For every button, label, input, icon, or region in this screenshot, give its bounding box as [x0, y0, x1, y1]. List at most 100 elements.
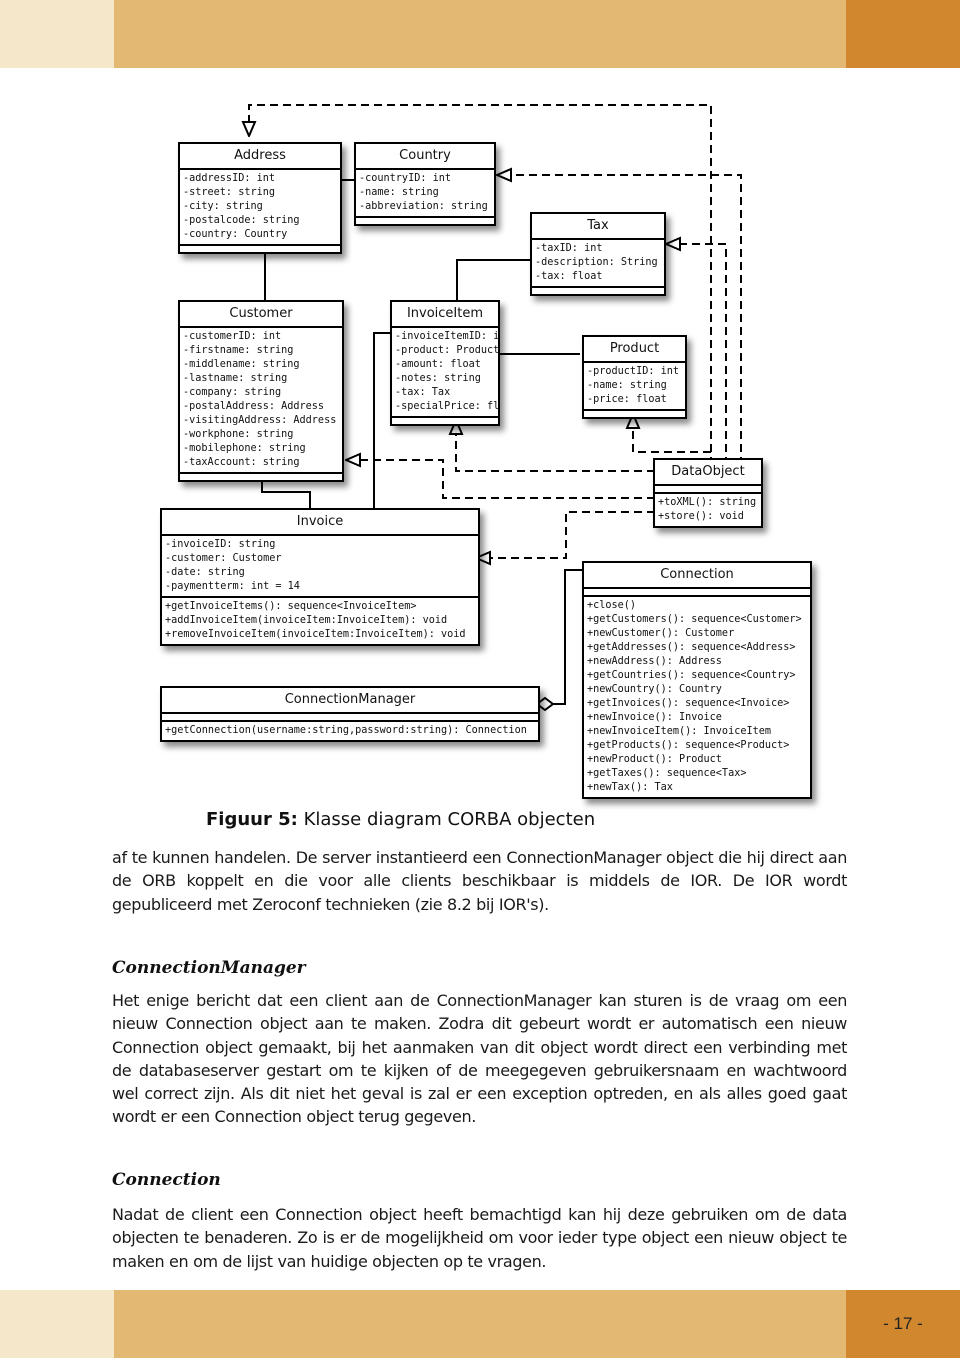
attribute: -invoiceID: string [165, 539, 276, 550]
attribute: -specialPrice: float [395, 401, 498, 412]
attribute: -tax: float [535, 271, 603, 282]
operation: +close() [587, 600, 637, 611]
operation: +getCustomers(): sequence<Customer> [587, 614, 802, 625]
operation: +store(): void [658, 511, 744, 522]
operations: +toXML(): string +store(): void [655, 494, 761, 526]
operation: +getTaxes(): sequence<Tax> [587, 768, 747, 779]
attributes: -addressID: int -street: string -city: str… [180, 170, 340, 246]
attributes: -invoiceID: string -customer: Customer -da… [162, 536, 478, 598]
attributes: -productID: int -name: string -price: floa… [584, 363, 685, 411]
attribute: -lastname: string [183, 373, 288, 384]
attribute: -date: string [165, 567, 245, 578]
realization-customer [360, 460, 655, 499]
class-name: InvoiceItem [392, 302, 498, 328]
attribute: -country: Country [183, 229, 288, 240]
figure-label: Figuur 5: [206, 809, 298, 830]
class-tax: Tax -taxID: int -description: String -tax:… [530, 212, 666, 296]
operation: +newInvoiceItem(): InvoiceItem [587, 726, 772, 737]
attribute: -price: float [587, 394, 667, 405]
operation: +getConnection(username:string,password:… [165, 725, 527, 736]
assoc-connection-manager [553, 569, 582, 705]
attribute: -name: string [587, 380, 667, 391]
section-heading-connectionmanager: ConnectionManager [112, 958, 306, 978]
attribute: -countryID: int [359, 173, 452, 184]
attribute: -taxID: int [535, 243, 603, 254]
section-paragraph-connection: Nadat de client een Connection object he… [112, 1205, 847, 1271]
operation: +addInvoiceItem(invoiceItem:InvoiceItem)… [165, 615, 448, 626]
attribute: -product: Product [395, 345, 498, 356]
attribute: -customer: Customer [165, 553, 282, 564]
operation: +newAddress(): Address [587, 656, 722, 667]
attribute: -paymentterm: int = 14 [165, 581, 300, 592]
attribute: -visitingAddress: Address [183, 415, 337, 426]
operation: +removeInvoiceItem(invoiceItem:InvoiceIt… [165, 629, 466, 640]
attributes: -customerID: int -firstname: string -middl… [180, 328, 342, 474]
attribute: -productID: int [587, 366, 680, 377]
attributes: -invoiceItemID: int -product: Product -amo… [392, 328, 498, 418]
operation: +newCustomer(): Customer [587, 628, 735, 639]
attribute: -amount: float [395, 359, 481, 370]
class-dataobject: DataObject +toXML(): string +store(): voi… [653, 458, 763, 528]
attribute: -invoiceItemID: int [395, 331, 498, 342]
operations: +getConnection(username:string,password:… [162, 722, 538, 740]
attribute: -company: string [183, 387, 282, 398]
operations: +close() +getCustomers(): sequence<Custom… [584, 597, 810, 797]
operation: +getProducts(): sequence<Product> [587, 740, 790, 751]
attribute: -workphone: string [183, 429, 294, 440]
class-connection: Connection +close() +getCustomers(): sequ… [582, 561, 812, 799]
class-name: Country [356, 144, 494, 170]
operation: +getAddresses(): sequence<Address> [587, 642, 796, 653]
assoc-invoiceitem-tax [456, 259, 530, 300]
attribute: -postalcode: string [183, 215, 300, 226]
figure-caption: Figuur 5: Klasse diagram CORBA objecten [206, 809, 595, 830]
attribute: -taxAccount: string [183, 457, 300, 468]
class-name: Customer [180, 302, 342, 328]
class-invoice: Invoice -invoiceID: string -customer: Cus… [160, 508, 480, 646]
footer-band-left [0, 1290, 114, 1358]
operation: +getInvoiceItems(): sequence<InvoiceItem… [165, 601, 417, 612]
operation: +getInvoices(): sequence<Invoice> [587, 698, 790, 709]
attribute: -street: string [183, 187, 276, 198]
operation: +toXML(): string [658, 497, 757, 508]
class-customer: Customer -customerID: int -firstname: str… [178, 300, 344, 482]
class-name: Tax [532, 214, 664, 240]
class-country: Country -countryID: int -name: string -abb… [354, 142, 496, 226]
attribute: -mobilephone: string [183, 443, 306, 454]
operation: +getCountries(): sequence<Country> [587, 670, 796, 681]
section-paragraph-connectionmanager: Het enige bericht dat een client aan de … [112, 991, 847, 1127]
attribute: -middlename: string [183, 359, 300, 370]
realization-invoice [490, 511, 655, 558]
class-product: Product -productID: int -name: string -pri… [582, 335, 687, 419]
class-name: ConnectionManager [162, 688, 538, 714]
class-name: Connection [584, 563, 810, 589]
attributes: -taxID: int -description: String -tax: flo… [532, 240, 664, 288]
operation: +newInvoice(): Invoice [587, 712, 722, 723]
class-name: Product [584, 337, 685, 363]
attribute: -city: string [183, 201, 263, 212]
operation: +newProduct(): Product [587, 754, 722, 765]
section-heading-connection: Connection [112, 1170, 221, 1190]
attribute: -customerID: int [183, 331, 282, 342]
class-name: Address [180, 144, 340, 170]
intro-paragraph: af te kunnen handelen. De server instant… [112, 848, 847, 914]
class-name: DataObject [655, 460, 761, 486]
operation: +newCountry(): Country [587, 684, 722, 695]
attribute: -name: string [359, 187, 439, 198]
realization-invoiceitem [456, 434, 655, 472]
attribute: -addressID: int [183, 173, 276, 184]
figure-title: Klasse diagram CORBA objecten [297, 809, 596, 830]
class-name: Invoice [162, 510, 478, 536]
footer-band: - 17 - [0, 1290, 960, 1358]
attribute: -description: String [535, 257, 658, 268]
attributes: -countryID: int -name: string -abbreviatio… [356, 170, 494, 218]
attribute: -postalAddress: Address [183, 401, 325, 412]
class-address: Address -addressID: int -street: string -c… [178, 142, 342, 254]
class-invoiceitem: InvoiceItem -invoiceItemID: int -product:… [390, 300, 500, 426]
realization-product [633, 428, 711, 453]
attribute: -abbreviation: string [359, 201, 488, 212]
class-connectionmanager: ConnectionManager +getConnection(usernam… [160, 686, 540, 742]
attribute: -notes: string [395, 373, 481, 384]
footer-band-middle [114, 1290, 846, 1358]
attribute: -tax: Tax [395, 387, 451, 398]
operation: +newTax(): Tax [587, 782, 673, 793]
